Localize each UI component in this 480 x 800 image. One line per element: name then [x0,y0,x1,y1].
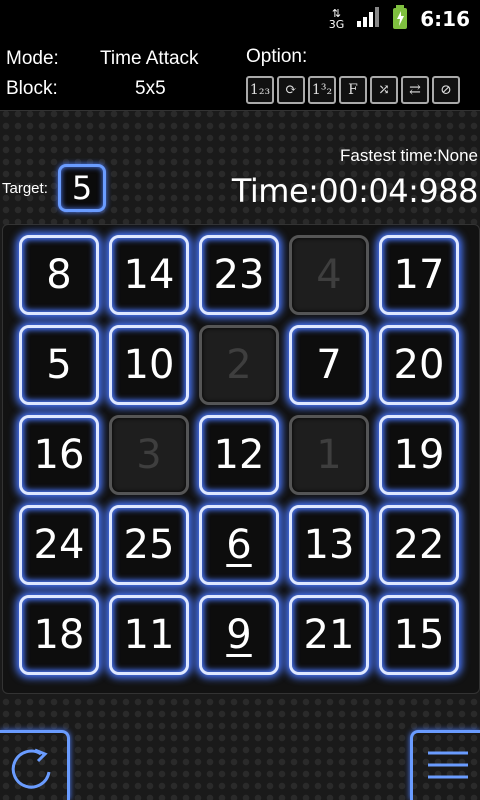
swap-icon[interactable]: ⇄ [401,76,429,104]
tile-number: 8 [46,252,72,298]
tile-number: 1 [316,432,342,478]
tile-number: 17 [393,252,445,298]
tile-12[interactable]: 12 [199,415,279,495]
tile-number: 18 [33,612,85,658]
menu-icon [427,751,468,778]
disable-icon[interactable]: ⊘ [432,76,460,104]
restart-icon [11,748,50,789]
tile-15[interactable]: 15 [379,595,459,675]
fastest-time: Fastest time:None [340,146,478,165]
block-label: Block: [6,78,58,99]
tile-19[interactable]: 19 [379,415,459,495]
block-value: 5x5 [135,78,166,99]
tile-number: 6 [226,522,252,568]
tile-number: 14 [123,252,175,298]
sequence-icon[interactable]: 1₂₃ [246,76,274,104]
tile-10[interactable]: 10 [109,325,189,405]
tile-5[interactable]: 5 [19,325,99,405]
tile-4: 4 [289,235,369,315]
tile-number: 15 [393,612,445,658]
fraction-icon[interactable]: 1³₂ [308,76,336,104]
tile-number: 20 [393,342,445,388]
options-toolbar: 1₂₃ ⟳ 1³₂ F ⤮ ⇄ ⊘ [246,76,460,104]
target-label: Target: [2,180,48,197]
tile-17[interactable]: 17 [379,235,459,315]
tile-number: 16 [33,432,85,478]
f-icon[interactable]: F [339,76,367,104]
tile-number: 13 [303,522,355,568]
tile-number: 9 [226,612,252,658]
tile-number: 23 [213,252,265,298]
tile-1: 1 [289,415,369,495]
tile-number: 22 [393,522,445,568]
restart-button[interactable] [0,730,70,800]
tile-number: 25 [123,522,175,568]
tile-24[interactable]: 24 [19,505,99,585]
tile-22[interactable]: 22 [379,505,459,585]
rotate-icon[interactable]: ⟳ [277,76,305,104]
tile-number: 4 [316,252,342,298]
tile-number: 12 [213,432,265,478]
tile-23[interactable]: 23 [199,235,279,315]
tile-2: 2 [199,325,279,405]
target-number: 5 [58,164,106,212]
tile-7[interactable]: 7 [289,325,369,405]
tile-number: 7 [316,342,342,388]
tile-21[interactable]: 21 [289,595,369,675]
battery-icon [392,5,408,33]
tile-number: 2 [226,342,252,388]
tile-11[interactable]: 11 [109,595,189,675]
tile-number: 10 [123,342,175,388]
tile-3: 3 [109,415,189,495]
menu-button[interactable] [410,730,480,800]
tile-16[interactable]: 16 [19,415,99,495]
mode-label: Mode: [6,48,59,69]
option-label: Option: [246,46,308,67]
tile-13[interactable]: 13 [289,505,369,585]
tile-number: 11 [123,612,175,658]
tile-20[interactable]: 20 [379,325,459,405]
timer: Time:00:04:988 [231,172,479,210]
tile-number: 5 [46,342,72,388]
tile-25[interactable]: 25 [109,505,189,585]
mode-value: Time Attack [100,48,199,69]
tile-6[interactable]: 6 [199,505,279,585]
tile-number: 19 [393,432,445,478]
tile-number: 3 [136,432,162,478]
tile-18[interactable]: 18 [19,595,99,675]
tile-8[interactable]: 8 [19,235,99,315]
signal-icon [356,7,380,31]
tile-number: 21 [303,612,355,658]
tile-14[interactable]: 14 [109,235,189,315]
status-bar: ⇅ 3G 6:16 [0,0,480,38]
tile-9[interactable]: 9 [199,595,279,675]
number-grid: 8 14 23 4 17 5 10 2 7 20 16 3 12 1 19 24 25 6 13 22 18 11 9 21 1… [2,224,480,694]
network-3g-icon: ⇅ 3G [328,7,345,31]
shuffle-icon[interactable]: ⤮ [370,76,398,104]
status-time: 6:16 [420,7,470,31]
tile-number: 24 [33,522,85,568]
